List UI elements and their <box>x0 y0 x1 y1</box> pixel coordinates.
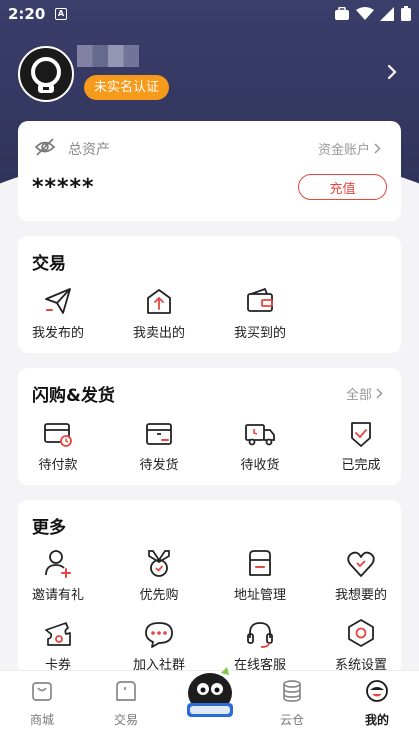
fund-account-link[interactable]: 资金账户 <box>318 139 381 158</box>
pending-payment-label: 待付款 <box>38 458 78 473</box>
pending-shipment-label: 待发货 <box>139 458 179 473</box>
assets-value: ***** <box>32 175 95 200</box>
chevron-right-icon[interactable] <box>387 64 397 80</box>
status-icons <box>334 6 411 21</box>
user-plus-icon <box>45 550 71 578</box>
paper-plane-icon <box>45 288 71 314</box>
recharge-button[interactable]: 充值 <box>298 174 387 200</box>
settings-item[interactable]: 系统设置 <box>316 614 406 673</box>
invite-item[interactable]: 邀请有礼 <box>13 544 103 603</box>
coupon-item[interactable]: 卡券 <box>13 614 103 673</box>
section-title: 交易 <box>32 254 66 274</box>
my-sold-item[interactable]: 我卖出的 <box>114 282 204 341</box>
address-item[interactable]: 地址管理 <box>215 544 305 603</box>
priority-label: 优先购 <box>139 588 179 603</box>
pending-payment-item[interactable]: 待付款 <box>13 414 103 473</box>
tab-shop[interactable]: 商城 <box>12 679 72 728</box>
assets-label: 总资产 <box>68 142 110 158</box>
username-blurred <box>77 45 139 67</box>
wishlist-label: 我想要的 <box>334 588 387 603</box>
headset-icon <box>247 622 273 648</box>
shield-check-icon <box>351 422 371 447</box>
view-all-label: 全部 <box>345 388 372 403</box>
chevron-right-icon <box>374 143 381 154</box>
section-title: 闪购&发货 <box>32 386 115 406</box>
shop-icon <box>32 682 52 701</box>
box-upload-icon <box>147 289 171 314</box>
pending-receipt-label: 待收货 <box>240 458 280 473</box>
card-clock-icon <box>44 423 72 447</box>
avatar[interactable] <box>18 46 74 102</box>
view-all-link[interactable]: 全部 <box>346 384 383 403</box>
section-title: 更多 <box>32 518 66 538</box>
my-sold-label: 我卖出的 <box>132 326 185 341</box>
pending-receipt-item[interactable]: 待收货 <box>215 414 305 473</box>
verify-badge[interactable]: 未实名认证 <box>84 75 170 100</box>
chevron-right-icon <box>376 388 383 399</box>
signal-icon <box>380 6 394 21</box>
tab-trade-label: 交易 <box>113 713 138 727</box>
address-icon <box>249 550 271 576</box>
priority-item[interactable]: 优先购 <box>114 544 204 603</box>
my-bought-label: 我买到的 <box>233 326 286 341</box>
shipping-card: 闪购&发货 全部 待付款 待发货 待收货 已完成 <box>18 368 401 485</box>
astronaut-avatar-icon <box>31 57 61 93</box>
assets-card: 总资产 资金账户 ***** 充值 <box>18 121 401 221</box>
tab-center-logo[interactable] <box>181 663 239 723</box>
wallet-icon <box>247 287 273 312</box>
ticket-icon <box>45 622 71 646</box>
bottom-tab-bar: 商城 交易 云仓 我的 <box>0 667 419 746</box>
profile-face-icon <box>366 680 388 702</box>
battery-icon <box>401 6 411 21</box>
center-logo-icon <box>187 667 233 717</box>
status-bar: 2:20 A <box>0 0 419 28</box>
my-published-item[interactable]: 我发布的 <box>13 282 103 341</box>
status-time: 2:20 <box>8 5 46 23</box>
database-icon <box>283 680 301 702</box>
tab-mine-label: 我的 <box>364 713 389 727</box>
completed-label: 已完成 <box>341 458 381 473</box>
tab-cloud-warehouse[interactable]: 云仓 <box>262 679 322 728</box>
my-bought-item[interactable]: 我买到的 <box>215 282 305 341</box>
completed-item[interactable]: 已完成 <box>316 414 406 473</box>
tab-shop-label: 商城 <box>29 713 54 727</box>
settings-icon <box>348 619 374 647</box>
tab-mine[interactable]: 我的 <box>347 679 407 728</box>
eye-hidden-icon[interactable] <box>34 137 56 157</box>
chat-bubble-icon <box>145 622 173 648</box>
address-label: 地址管理 <box>233 588 286 603</box>
medal-icon <box>148 550 170 577</box>
briefcase-icon <box>335 6 349 20</box>
wifi-icon <box>356 6 374 20</box>
pending-shipment-item[interactable]: 待发货 <box>114 414 204 473</box>
fund-account-label: 资金账户 <box>317 143 370 158</box>
wishlist-item[interactable]: 我想要的 <box>316 544 406 603</box>
tab-cloud-warehouse-label: 云仓 <box>279 713 304 727</box>
my-published-label: 我发布的 <box>31 326 84 341</box>
tab-trade[interactable]: 交易 <box>96 679 156 728</box>
trade-card: 交易 我发布的 我卖出的 我买到的 <box>18 236 401 353</box>
truck-icon <box>245 424 275 446</box>
package-icon <box>146 423 172 445</box>
invite-label: 邀请有礼 <box>31 588 84 603</box>
trade-icon <box>116 681 136 701</box>
more-card: 更多 邀请有礼 优先购 地址管理 我想要的 卡券 加入社群 在线客服 系统设置 <box>18 500 401 675</box>
notification-a-icon: A <box>55 8 67 20</box>
heart-icon <box>347 551 375 577</box>
